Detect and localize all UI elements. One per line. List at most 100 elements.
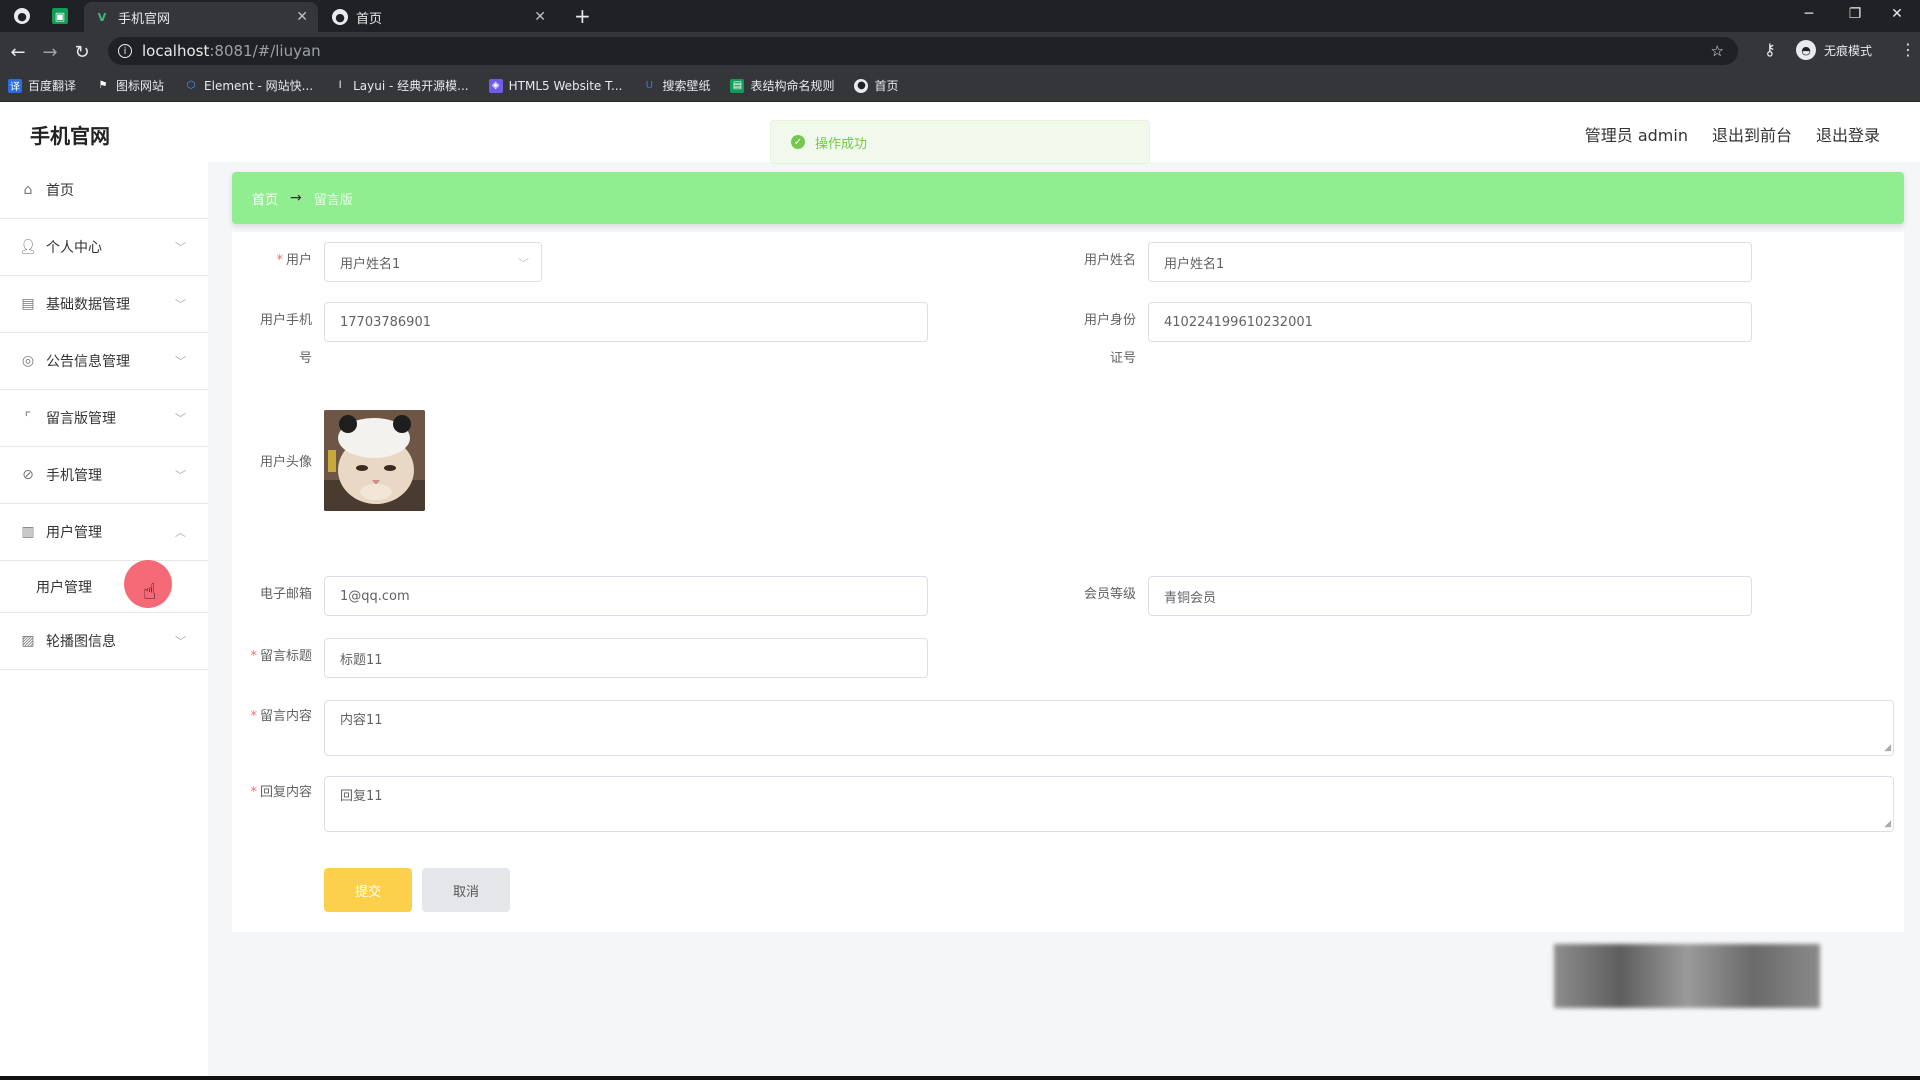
tab-title: 手机官网 (118, 11, 171, 27)
member-level-label: 会员等级 (1083, 587, 1136, 602)
user-icon: 👤︎ (19, 239, 37, 255)
key-icon[interactable]: ⚷ (1764, 40, 1776, 59)
minimize-icon[interactable]: ─ (1786, 0, 1832, 28)
bookmark-label: 图标网站 (116, 79, 165, 93)
menu-dots-icon[interactable]: ⋮ (1900, 40, 1916, 59)
submit-button[interactable]: 提交 (324, 868, 412, 912)
sidebar-subitem-label: 用户管理 (36, 579, 92, 596)
incognito-badge[interactable]: ◓ 无痕模式 (1796, 40, 1872, 60)
message-content-label: * 留言内容 (232, 708, 312, 726)
bookmark-baidu-translate[interactable]: 译百度翻译 (8, 77, 76, 94)
sidebar-subitem-user-management[interactable]: 用户管理 (0, 561, 208, 613)
sidebar-item-personal-center[interactable]: 👤︎ 个人中心 ﹀ (0, 219, 208, 276)
id-number-field[interactable]: 410224199610232001 (1148, 302, 1752, 342)
message-title-label: * 留言标题 (232, 648, 312, 666)
sheet-icon: ▤ (730, 78, 745, 93)
sidebar-item-label: 基础数据管理 (46, 297, 130, 313)
browser-tabbar: ● ▣ V 手机官网 ✕ ● 首页 ✕ + ─ ❐ ✕ (0, 0, 1920, 32)
tab-phone-site[interactable]: V 手机官网 ✕ (84, 2, 318, 32)
sidebar-item-label: 用户管理 (46, 525, 102, 541)
bookmark-element[interactable]: ⬡ Element - 网站快... (184, 77, 313, 94)
bookmark-icon-site[interactable]: ⚑ 图标网站 (96, 77, 165, 94)
required-mark: * (276, 253, 283, 268)
sidebar-item-basic-data[interactable]: ▤ 基础数据管理 ﹀ (0, 276, 208, 333)
brand-title: 手机官网 (30, 124, 110, 148)
breadcrumb-home[interactable]: 首页 (252, 189, 278, 208)
label-text: 用户手机 (259, 313, 312, 328)
member-level-field[interactable]: 青铜会员 (1148, 576, 1752, 616)
sidebar-item-home[interactable]: ⌂ 首页 (0, 162, 208, 219)
sidebar-item-announcements[interactable]: ◎ 公告信息管理 ﹀ (0, 333, 208, 390)
tab-close-icon[interactable]: ✕ (296, 9, 308, 25)
avatar[interactable] (324, 410, 425, 511)
tab-search-icon[interactable]: ▣ (52, 8, 68, 24)
new-tab-button[interactable]: + (574, 4, 591, 28)
cat-avatar-image (324, 410, 425, 511)
crop-icon: ⌜ (24, 410, 32, 426)
sidebar-item-users[interactable]: ▥ 用户管理 ︿ (0, 504, 208, 561)
tab-home[interactable]: ● 首页 ✕ (322, 2, 556, 32)
forward-icon[interactable]: → (38, 40, 62, 64)
sidebar-item-carousel[interactable]: ▨ 轮播图信息 ﹀ (0, 613, 208, 670)
window-close-icon[interactable]: ✕ (1874, 0, 1920, 28)
phone-label: 用户手机号 (232, 312, 312, 368)
chevron-down-icon: ﹀ (175, 355, 186, 368)
bookmark-layui[interactable]: ⅼ Layui - 经典开源模... (333, 77, 469, 94)
bookmark-label: Layui - 经典开源模... (353, 79, 469, 93)
bookmark-naming-rules[interactable]: ▤ 表结构命名规则 (730, 77, 834, 94)
tab-close-icon[interactable]: ✕ (534, 9, 546, 25)
chevron-down-icon: ﹀ (175, 412, 186, 425)
layui-icon: ⅼ (338, 80, 342, 91)
sidebar-item-label: 公告信息管理 (46, 354, 130, 370)
message-title-field[interactable]: 标题11 (324, 638, 928, 678)
back-icon[interactable]: ← (6, 40, 30, 64)
label-text: 留言内容 (259, 709, 312, 724)
bookmark-wallpaper[interactable]: U 搜索壁纸 (642, 77, 711, 94)
info-icon[interactable]: i (118, 44, 132, 58)
required-mark: * (250, 649, 257, 664)
resize-handle-icon[interactable]: ◢ (1884, 819, 1891, 829)
sidebar-item-label: 首页 (46, 183, 74, 199)
bookmark-label: HTML5 Website T... (508, 78, 623, 93)
html5-icon: ◈ (488, 78, 503, 93)
resize-handle-icon[interactable]: ◢ (1884, 743, 1891, 753)
phone-field[interactable]: 17703786901 (324, 302, 928, 342)
url-path: :8081/#/liuyan (209, 42, 321, 60)
picture-icon: ▨ (21, 633, 35, 649)
sidebar: ⌂ 首页 👤︎ 个人中心 ﹀ ▤ 基础数据管理 ﹀ ◎ 公告信息管理 ﹀ ⌜ 留… (0, 162, 208, 1076)
logout-link[interactable]: 退出登录 (1816, 122, 1880, 146)
element-icon: ⬡ (186, 80, 196, 91)
select-value: 用户姓名1 (340, 256, 401, 272)
url-input[interactable]: i localhost :8081/#/liuyan ☆ (108, 37, 1738, 65)
clipboard-icon: ▤ (21, 296, 35, 312)
user-name-field[interactable]: 用户姓名1 (1148, 242, 1752, 282)
breadcrumb-current: 留言版 (313, 192, 353, 208)
reply-content-textarea[interactable]: 回复11 ◢ (324, 776, 1894, 832)
bookmark-star-icon[interactable]: ☆ (1711, 42, 1724, 60)
arrow-right-icon: → (290, 190, 302, 206)
globe-icon: ● (854, 78, 869, 93)
cancel-button[interactable]: 取消 (422, 868, 510, 912)
user-select[interactable]: 用户姓名1 ﹀ (324, 242, 542, 282)
bookmark-html5[interactable]: ◈ HTML5 Website T... (488, 78, 623, 93)
flag-icon: ⚑ (98, 80, 108, 91)
bar-chart-icon: ▥ (21, 524, 35, 540)
bookmark-home[interactable]: ● 首页 (854, 77, 899, 94)
email-field[interactable]: 1@qq.com (324, 576, 928, 616)
reload-icon[interactable]: ↻ (70, 40, 94, 64)
admin-user-link[interactable]: 管理员 admin (1585, 122, 1688, 146)
bookmark-label: 首页 (874, 79, 899, 93)
sidebar-item-message-board[interactable]: ⌜ 留言版管理 ﹀ (0, 390, 208, 447)
sidebar-item-phones[interactable]: ⊘ 手机管理 ﹀ (0, 447, 208, 504)
label-text: 用户身份 (1083, 313, 1136, 328)
back-to-frontend-link[interactable]: 退出到前台 (1712, 122, 1792, 146)
sidebar-item-label: 留言版管理 (46, 411, 116, 427)
label-text: 证号 (1109, 351, 1136, 366)
chevron-down-icon: ﹀ (518, 257, 529, 270)
restore-icon[interactable]: ❐ (1832, 0, 1878, 28)
sidebar-item-label: 个人中心 (46, 240, 102, 256)
chevron-down-icon: ﹀ (175, 635, 186, 648)
message-content-textarea[interactable]: 内容11 ◢ (324, 700, 1894, 756)
label-text: 留言标题 (259, 649, 312, 664)
bookmark-label: 表结构命名规则 (750, 79, 835, 93)
